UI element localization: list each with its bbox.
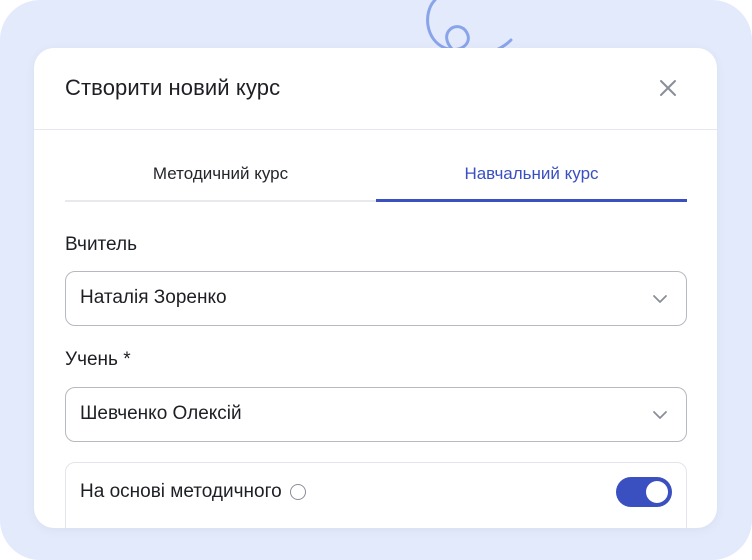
teacher-select[interactable]: Наталія Зоренко [65, 271, 687, 326]
student-label: Учень * [65, 349, 131, 370]
student-select-value: Шевченко Олексій [80, 403, 242, 424]
methodical-toggle-label: На основі методичного [80, 481, 282, 502]
tab-methodical-course[interactable]: Методичний курс [65, 152, 376, 200]
toggle-knob [646, 481, 668, 503]
chevron-down-icon [653, 295, 667, 303]
chevron-down-icon [653, 411, 667, 419]
help-icon[interactable] [289, 484, 306, 500]
tab-training-course[interactable]: Навчальний курс [376, 152, 687, 202]
methodical-toggle-row: На основі методичного [65, 462, 687, 528]
dialog-header: Створити новий курс [34, 48, 717, 130]
methodical-toggle-label-wrap: На основі методичного [80, 481, 306, 503]
student-select[interactable]: Шевченко Олексій [65, 387, 687, 442]
dialog-title: Створити новий курс [65, 75, 281, 100]
methodical-toggle-switch[interactable] [616, 477, 672, 507]
teacher-select-value: Наталія Зоренко [80, 287, 227, 308]
create-course-dialog: Створити новий курс Методичний курс Навч… [34, 48, 717, 528]
close-icon[interactable] [657, 77, 679, 99]
teacher-label: Вчитель [65, 234, 137, 255]
course-type-tabs: Методичний курс Навчальний курс [65, 152, 687, 202]
